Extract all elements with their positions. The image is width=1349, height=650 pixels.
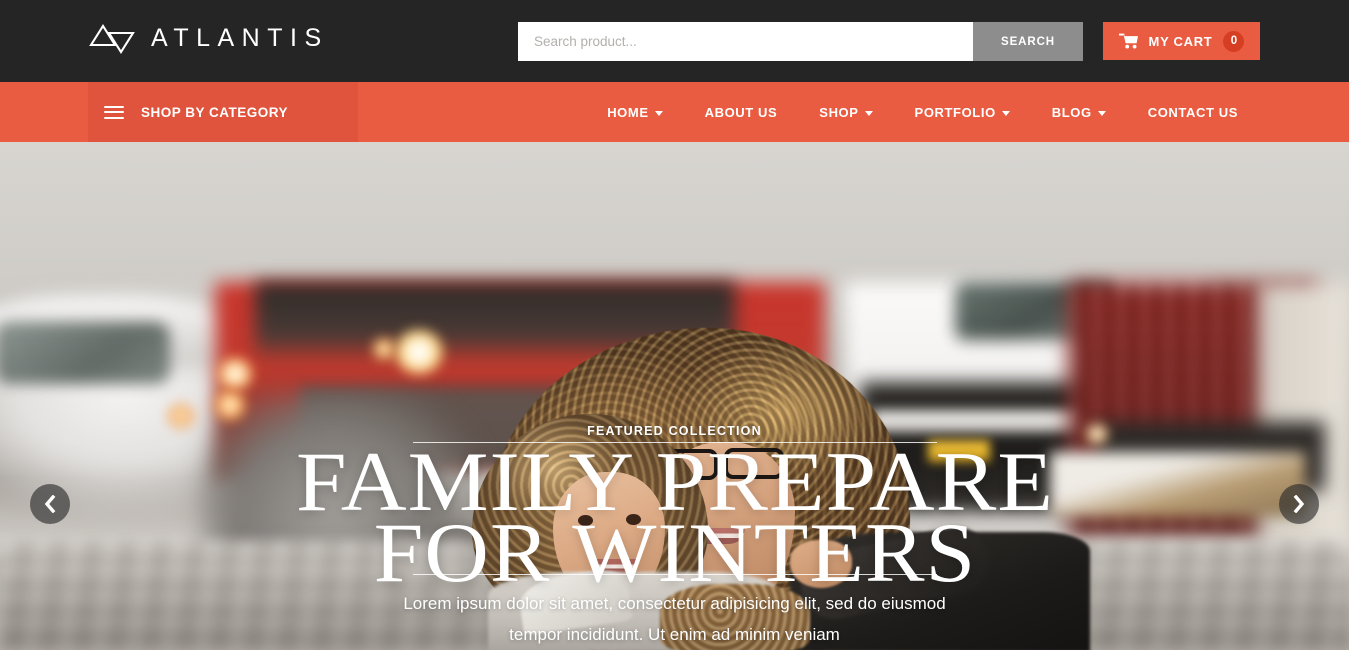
my-cart-button[interactable]: MY CART 0 [1103, 22, 1260, 60]
search-button[interactable]: SEARCH [973, 22, 1083, 61]
nav-menu: HOME ABOUT US SHOP PORTFOLIO BLOG CONTAC… [586, 82, 1259, 142]
carousel-next-button[interactable] [1279, 484, 1319, 524]
chevron-right-icon [1292, 495, 1306, 513]
chevron-down-icon [1097, 110, 1106, 116]
main-navigation-bar: SHOP BY CATEGORY HOME ABOUT US SHOP PORT… [0, 82, 1349, 142]
hero-slider: FEATURED COLLECTION FAMILY PREPARE FOR W… [0, 142, 1349, 650]
carousel-prev-button[interactable] [30, 484, 70, 524]
hamburger-menu-icon [104, 105, 124, 119]
hero-background-photo [0, 142, 1349, 650]
nav-item-about-us[interactable]: ABOUT US [684, 82, 799, 142]
nav-item-label: HOME [607, 104, 649, 120]
double-triangle-logo-icon [88, 22, 138, 54]
chevron-down-icon [654, 110, 663, 116]
chevron-down-icon [864, 110, 873, 116]
nav-item-blog[interactable]: BLOG [1031, 82, 1127, 142]
search-form: SEARCH [518, 22, 1083, 61]
nav-item-portfolio[interactable]: PORTFOLIO [894, 82, 1031, 142]
cart-count-badge: 0 [1223, 30, 1245, 52]
shop-by-category-label: SHOP BY CATEGORY [141, 104, 289, 120]
nav-item-home[interactable]: HOME [586, 82, 683, 142]
nav-item-label: PORTFOLIO [914, 104, 996, 120]
chevron-left-icon [43, 495, 57, 513]
hero-subject [0, 142, 1349, 650]
nav-item-label: BLOG [1051, 104, 1092, 120]
nav-item-contact-us[interactable]: CONTACT US [1127, 82, 1259, 142]
nav-item-shop[interactable]: SHOP [798, 82, 893, 142]
cart-label: MY CART [1148, 33, 1213, 49]
site-header: ATLANTIS SEARCH MY CART 0 [0, 0, 1349, 82]
nav-item-label: ABOUT US [704, 104, 778, 120]
nav-item-label: CONTACT US [1147, 104, 1238, 120]
logo-text: ATLANTIS [151, 23, 329, 52]
shop-by-category-button[interactable]: SHOP BY CATEGORY [88, 82, 358, 142]
logo[interactable]: ATLANTIS [88, 22, 329, 54]
search-input[interactable] [518, 22, 973, 61]
shopping-cart-icon [1118, 33, 1138, 49]
nav-item-label: SHOP [819, 104, 859, 120]
chevron-down-icon [1001, 110, 1010, 116]
